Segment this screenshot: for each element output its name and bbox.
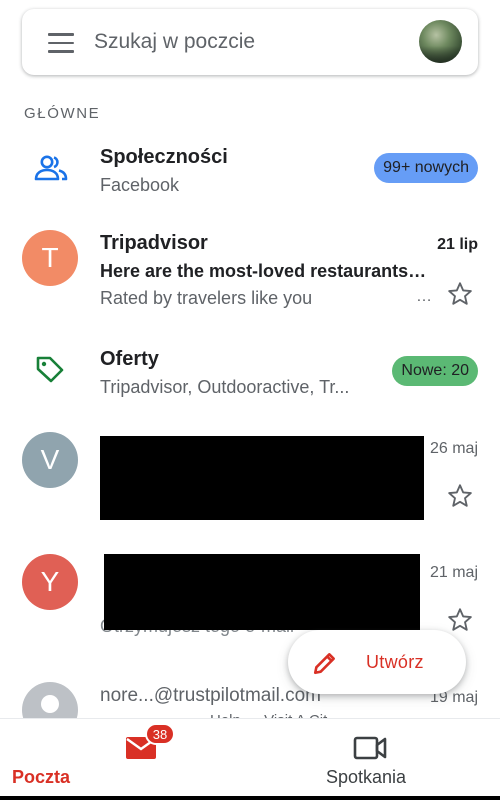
snippet-ellipsis: … xyxy=(416,288,432,305)
nav-meet[interactable]: Spotkania xyxy=(250,719,500,800)
email-date: 21 maj xyxy=(429,564,478,581)
category-row-promotions[interactable]: Oferty Tripadvisor, Outdooractive, Tr...… xyxy=(0,346,500,408)
people-icon xyxy=(34,155,68,181)
system-bar xyxy=(0,796,500,800)
account-avatar[interactable] xyxy=(419,20,462,63)
compose-label: Utwórz xyxy=(366,652,424,672)
video-camera-icon xyxy=(353,736,387,760)
sender-avatar[interactable]: Y xyxy=(22,554,78,610)
star-icon[interactable] xyxy=(446,606,474,634)
nav-mail-label: Poczta xyxy=(11,767,71,787)
nav-meet-label: Spotkania xyxy=(325,767,407,787)
compose-button[interactable]: Utwórz xyxy=(288,630,466,694)
email-sender: nore...@trustpilotmail.com xyxy=(100,685,321,706)
email-date: 26 maj xyxy=(429,440,478,457)
nav-mail[interactable]: 38 Poczta xyxy=(8,719,258,800)
redacted-content xyxy=(100,436,424,520)
person-icon xyxy=(40,695,60,720)
unread-count-badge: 38 xyxy=(145,723,175,745)
new-count-badge: 99+ nowych xyxy=(374,153,478,183)
email-snippet: Rated by travelers like you xyxy=(100,288,313,308)
pencil-icon xyxy=(313,653,335,675)
star-icon[interactable] xyxy=(446,482,474,510)
new-count-badge: Nowe: 20 xyxy=(392,356,478,386)
search-input[interactable]: Szukaj w poczcie xyxy=(94,30,255,54)
sender-avatar[interactable]: T xyxy=(22,230,78,286)
search-bar[interactable]: Szukaj w poczcie xyxy=(22,9,478,75)
email-date: 21 lip xyxy=(437,236,478,253)
menu-icon[interactable] xyxy=(48,33,74,53)
bottom-navigation: 38 Poczta Spotkania xyxy=(0,718,500,800)
tag-icon xyxy=(36,356,64,383)
section-label: GŁÓWNE xyxy=(24,105,101,122)
redacted-content xyxy=(104,554,420,630)
star-icon[interactable] xyxy=(446,280,474,308)
category-title: Oferty xyxy=(100,348,159,370)
category-title: Społeczności xyxy=(100,146,228,168)
category-subtitle: Facebook xyxy=(100,175,180,195)
sender-avatar[interactable]: V xyxy=(22,432,78,488)
category-row-social[interactable]: Społeczności Facebook 99+ nowych xyxy=(0,144,500,206)
category-subtitle: Tripadvisor, Outdooractive, Tr... xyxy=(100,377,350,397)
email-subject: Here are the most-loved restaurants… xyxy=(100,261,427,281)
email-row[interactable]: V 26 maj xyxy=(0,432,500,528)
sender-avatar[interactable] xyxy=(22,682,78,720)
email-sender: Tripadvisor xyxy=(100,232,208,254)
email-row[interactable]: T Tripadvisor 21 lip Here are the most-l… xyxy=(0,228,500,318)
